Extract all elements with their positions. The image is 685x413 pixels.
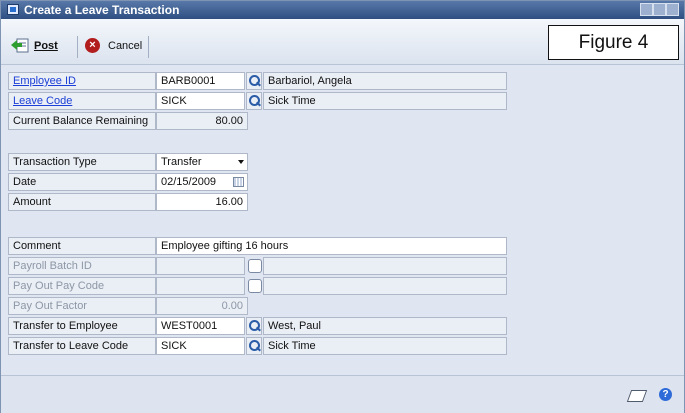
amount-field[interactable]: 16.00 — [156, 193, 248, 211]
comment-label: Comment — [8, 237, 156, 255]
leave-code-description: Sick Time — [263, 92, 507, 110]
transfer-employee-name: West, Paul — [263, 317, 507, 335]
leave-code-link[interactable]: Leave Code — [8, 92, 156, 110]
date-label: Date — [8, 173, 156, 191]
transaction-type-select[interactable]: Transfer — [156, 153, 248, 171]
post-icon — [11, 38, 29, 53]
minimize-button[interactable] — [640, 3, 653, 16]
leave-transaction-window: Create a Leave Transaction Post × Cancel… — [0, 0, 685, 413]
lookup-icon[interactable] — [246, 92, 262, 110]
current-balance-value: 80.00 — [156, 112, 248, 130]
maximize-button[interactable] — [653, 3, 666, 16]
lookup-icon[interactable] — [246, 317, 262, 335]
window-icon — [7, 4, 19, 15]
leave-transaction-form: Employee ID BARB0001 Barbariol, Angela L… — [1, 65, 684, 375]
payroll-batch-id-label: Payroll Batch ID — [8, 257, 156, 275]
payroll-batch-id-field — [156, 257, 245, 275]
lookup-icon[interactable] — [246, 72, 262, 90]
transfer-employee-field[interactable]: WEST0001 — [156, 317, 245, 335]
figure-label: Figure 4 — [548, 25, 679, 60]
chevron-down-icon[interactable] — [238, 160, 244, 164]
pay-out-factor-label: Pay Out Factor — [8, 297, 156, 315]
title-bar: Create a Leave Transaction — [1, 1, 684, 19]
transfer-leave-code-field[interactable]: SICK — [156, 337, 245, 355]
leave-code-field[interactable]: SICK — [156, 92, 245, 110]
transfer-leave-code-label: Transfer to Leave Code — [8, 337, 156, 355]
date-field[interactable]: 02/15/2009 — [156, 173, 248, 191]
window-title: Create a Leave Transaction — [24, 3, 180, 17]
toolbar-divider — [77, 36, 78, 58]
pay-out-factor-value: 0.00 — [156, 297, 248, 315]
pay-out-pay-code-label: Pay Out Pay Code — [8, 277, 156, 295]
cancel-icon: × — [85, 38, 100, 53]
post-label: Post — [34, 40, 58, 52]
transfer-leave-code-description: Sick Time — [263, 337, 507, 355]
calendar-icon[interactable] — [233, 177, 244, 187]
toolbar-divider — [148, 36, 149, 58]
comment-field[interactable]: Employee gifting 16 hours — [156, 237, 507, 255]
help-icon[interactable]: ? — [659, 388, 672, 401]
amount-label: Amount — [8, 193, 156, 211]
pay-out-pay-code-description — [263, 277, 507, 295]
cancel-label: Cancel — [108, 40, 143, 52]
transfer-employee-label: Transfer to Employee — [8, 317, 156, 335]
pay-out-pay-code-lookup — [248, 279, 262, 293]
current-balance-label: Current Balance Remaining — [8, 112, 156, 130]
employee-name: Barbariol, Angela — [263, 72, 507, 90]
transaction-type-label: Transaction Type — [8, 153, 156, 171]
employee-id-link[interactable]: Employee ID — [8, 72, 156, 90]
payroll-batch-description — [263, 257, 507, 275]
date-value: 02/15/2009 — [161, 176, 217, 188]
close-button[interactable] — [666, 3, 679, 16]
note-icon[interactable] — [626, 390, 648, 402]
pay-out-pay-code-field — [156, 277, 245, 295]
employee-id-field[interactable]: BARB0001 — [156, 72, 245, 90]
lookup-icon[interactable] — [246, 337, 262, 355]
payroll-batch-lookup — [248, 259, 262, 273]
status-bar: ? — [1, 375, 684, 413]
transaction-type-value: Transfer — [161, 156, 202, 168]
window-controls — [640, 3, 679, 16]
